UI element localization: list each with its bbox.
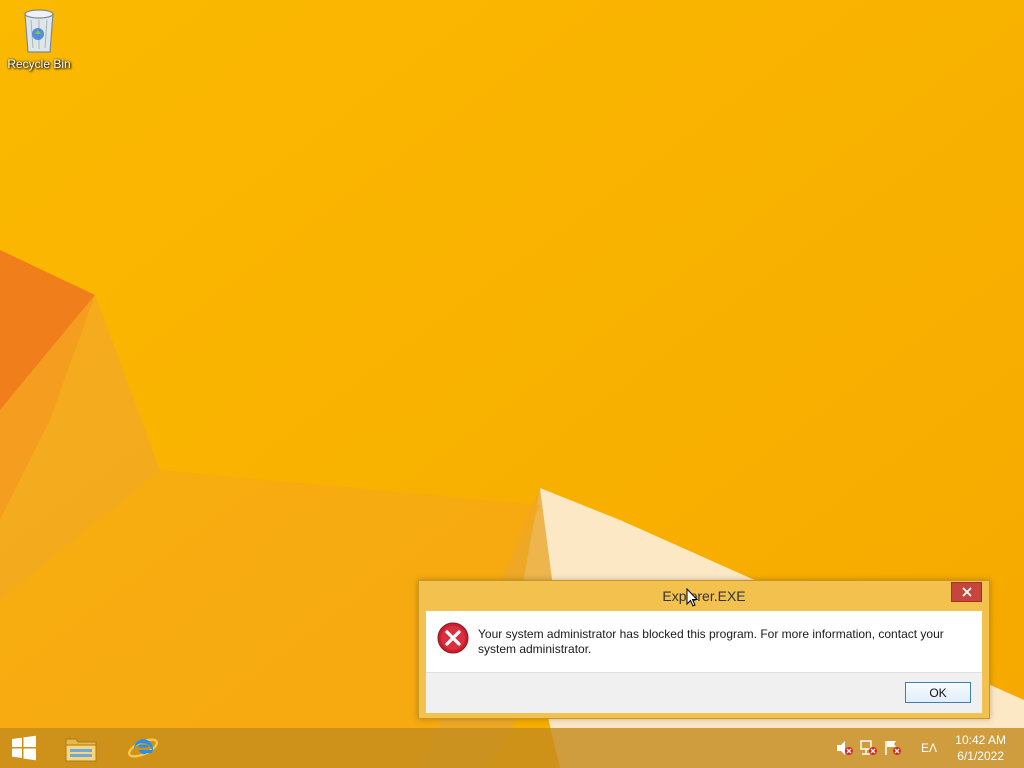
- dialog-message: Your system administrator has blocked th…: [478, 627, 968, 657]
- recycle-bin-shortcut[interactable]: Recycle Bin: [4, 6, 74, 76]
- error-dialog: Explorer.EXE Your system administrator h…: [418, 580, 990, 719]
- windows-logo-icon: [12, 735, 36, 761]
- recycle-bin-label: Recycle Bin: [7, 57, 71, 71]
- error-icon: [437, 622, 469, 654]
- close-icon: [961, 587, 972, 597]
- input-language-indicator[interactable]: ΕΛ: [921, 741, 937, 755]
- volume-muted-icon[interactable]: [836, 740, 854, 756]
- dialog-message-line-1: Your system administrator has blocked th…: [478, 627, 944, 641]
- clock-date: 6/1/2022: [957, 749, 1004, 763]
- dialog-body: Your system administrator has blocked th…: [426, 611, 982, 713]
- network-icon[interactable]: [860, 740, 878, 756]
- mouse-cursor-icon: [686, 588, 698, 607]
- action-center-flag-icon[interactable]: [884, 740, 902, 756]
- ok-button[interactable]: OK: [905, 682, 971, 703]
- system-tray: ΕΛ 10:42 AM 6/1/2022: [824, 728, 1024, 768]
- close-button[interactable]: [951, 582, 982, 602]
- taskbar-internet-explorer[interactable]: [118, 728, 168, 768]
- dialog-footer: OK: [426, 672, 982, 713]
- taskbar-clock[interactable]: 10:42 AM 6/1/2022: [955, 732, 1006, 764]
- taskbar: ΕΛ 10:42 AM 6/1/2022: [0, 728, 1024, 768]
- dialog-title: Explorer.EXE: [662, 588, 746, 604]
- clock-time: 10:42 AM: [955, 733, 1006, 747]
- taskbar-file-explorer[interactable]: [56, 728, 106, 768]
- dialog-message-line-2: system administrator.: [478, 642, 592, 656]
- internet-explorer-icon: [127, 738, 159, 758]
- recycle-bin-icon: [24, 9, 54, 53]
- start-button[interactable]: [0, 728, 48, 768]
- file-explorer-icon: [65, 738, 97, 762]
- dialog-titlebar[interactable]: Explorer.EXE: [419, 581, 989, 611]
